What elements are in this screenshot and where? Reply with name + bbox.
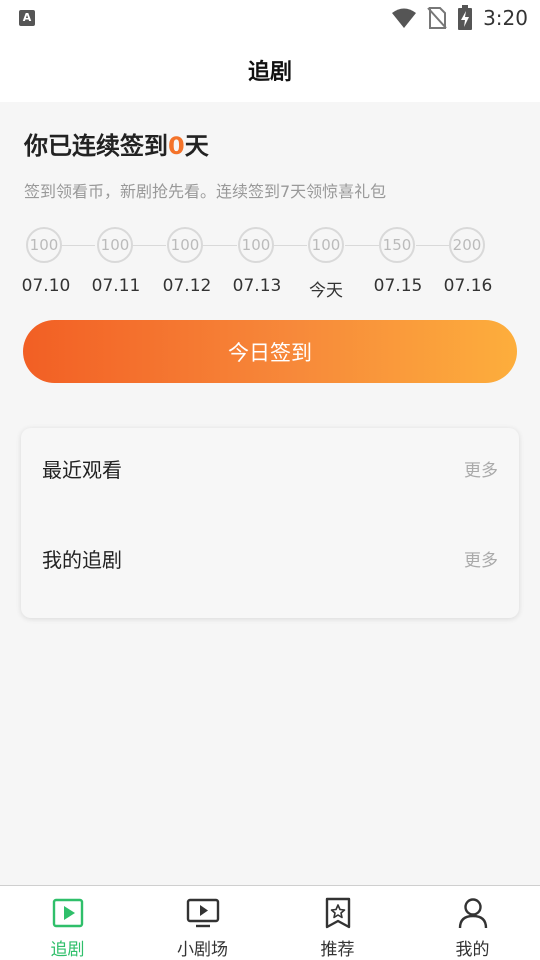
tab-recommend[interactable]: 推荐 xyxy=(270,886,405,960)
day-connector xyxy=(345,245,379,246)
day-connector xyxy=(62,245,95,246)
battery-charging-icon xyxy=(458,5,473,30)
day-label: 07.10 xyxy=(21,276,71,296)
checkin-section: 你已连续签到0天 签到领看币，新剧抢先看。连续签到7天领惊喜礼包 100 100… xyxy=(0,102,540,402)
day-reward-coin: 100 xyxy=(167,227,203,263)
checkin-title-prefix: 你已连续签到 xyxy=(24,132,168,160)
my-follow-label: 我的追剧 xyxy=(42,547,122,572)
user-icon xyxy=(458,898,487,929)
day-connector xyxy=(203,245,237,246)
tab-mini-theater[interactable]: 小剧场 xyxy=(135,886,270,960)
my-follow-row[interactable]: 我的追剧 更多 xyxy=(21,528,519,588)
day-reward-coin: 200 xyxy=(449,227,485,263)
recent-watch-more-link[interactable]: 更多 xyxy=(464,456,498,481)
status-icons: 3:20 xyxy=(391,4,528,32)
tv-play-icon xyxy=(186,898,219,928)
bottom-tab-bar: 追剧 小剧场 推荐 我的 xyxy=(0,885,540,960)
page-title: 追剧 xyxy=(247,60,292,85)
day-label: 07.15 xyxy=(373,276,423,296)
day-reward-coin: 100 xyxy=(26,227,62,263)
status-bar: A 3:20 xyxy=(0,0,540,38)
checkin-subtitle: 签到领看币，新剧抢先看。连续签到7天领惊喜礼包 xyxy=(24,182,387,201)
day-label: 07.12 xyxy=(162,276,212,296)
day-reward-coin: 100 xyxy=(238,227,274,263)
app-header: 追剧 xyxy=(0,38,540,102)
bookmark-star-icon xyxy=(325,897,350,929)
tab-mine[interactable]: 我的 xyxy=(405,886,540,960)
keyboard-notification-icon: A xyxy=(19,10,35,26)
checkin-today-button[interactable]: 今日签到 xyxy=(23,320,517,383)
recent-watch-row[interactable]: 最近观看 更多 xyxy=(21,438,519,498)
day-label: 07.16 xyxy=(443,276,493,296)
checkin-days-count: 0 xyxy=(168,132,185,160)
no-sim-icon xyxy=(427,7,447,29)
watch-lists-card: 最近观看 更多 我的追剧 更多 xyxy=(21,428,519,618)
wifi-icon xyxy=(392,8,417,28)
tab-follow[interactable]: 追剧 xyxy=(0,886,135,960)
tab-label: 追剧 xyxy=(50,940,85,960)
day-reward-coin: 150 xyxy=(379,227,415,263)
play-square-icon xyxy=(52,898,83,928)
day-reward-coin: 100 xyxy=(97,227,133,263)
day-label: 07.13 xyxy=(232,276,282,296)
tab-label: 小剧场 xyxy=(177,940,228,960)
day-label-today: 今天 xyxy=(309,281,343,301)
status-time: 3:20 xyxy=(483,6,528,30)
checkin-title-suffix: 天 xyxy=(184,132,209,160)
day-connector xyxy=(274,245,307,246)
day-connector xyxy=(416,245,449,246)
day-reward-coin-today: 100 xyxy=(308,227,344,263)
day-label: 07.11 xyxy=(91,276,141,296)
tab-label: 我的 xyxy=(455,940,490,960)
day-connector xyxy=(133,245,166,246)
checkin-title: 你已连续签到0天 xyxy=(24,126,209,161)
recent-watch-label: 最近观看 xyxy=(42,457,122,482)
checkin-days-row: 100 100 100 100 100 150 200 07.10 07.11 … xyxy=(0,224,540,304)
tab-label: 推荐 xyxy=(320,940,355,960)
my-follow-more-link[interactable]: 更多 xyxy=(464,546,498,571)
